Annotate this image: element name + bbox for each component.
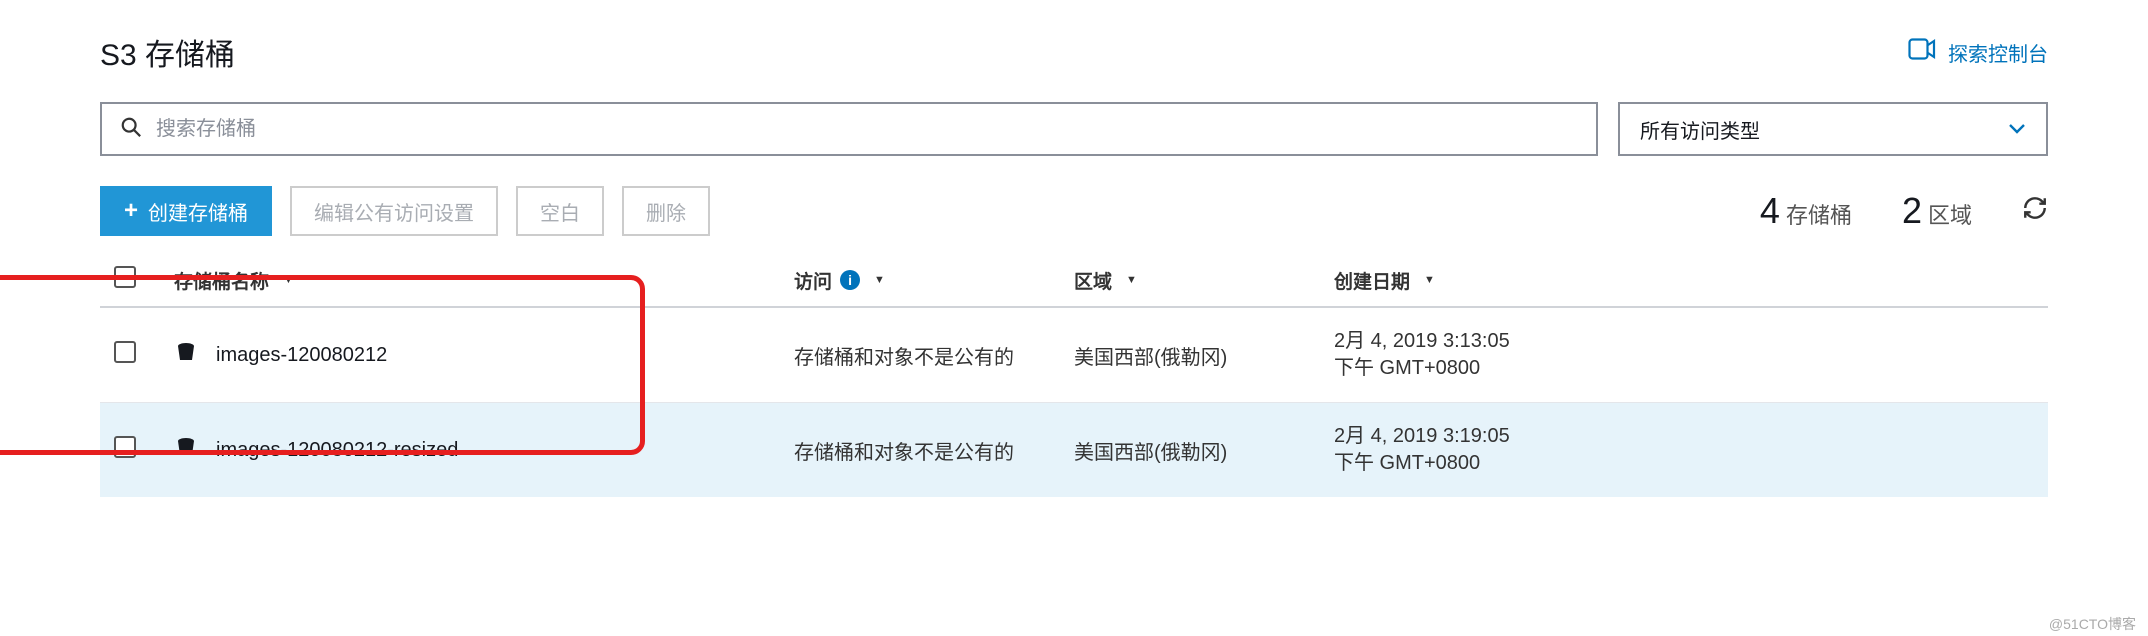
- region-cell: 美国西部(俄勒冈): [1060, 307, 1320, 403]
- search-icon: [120, 116, 142, 143]
- column-header-region[interactable]: 区域: [1060, 254, 1320, 307]
- watermark-text: @51CTO博客: [2049, 614, 2136, 634]
- create-bucket-button[interactable]: + 创建存储桶: [100, 186, 272, 236]
- bucket-name-link[interactable]: images-120080212: [216, 344, 387, 367]
- created-cell: 2月 4, 2019 3:13:05下午 GMT+0800: [1320, 307, 2048, 403]
- bucket-name-link[interactable]: images-120080212-resized: [216, 439, 458, 462]
- column-header-created[interactable]: 创建日期: [1320, 254, 2048, 307]
- explore-console-label: 探索控制台: [1948, 38, 2048, 67]
- search-box[interactable]: [100, 102, 1598, 156]
- access-filter-label: 所有访问类型: [1640, 115, 1760, 144]
- access-type-filter[interactable]: 所有访问类型: [1618, 102, 2048, 156]
- plus-icon: +: [124, 197, 138, 225]
- info-icon[interactable]: i: [840, 270, 860, 290]
- column-header-access[interactable]: 访问 i: [780, 254, 1060, 307]
- bucket-icon: [174, 340, 198, 370]
- table-row[interactable]: images-120080212 存储桶和对象不是公有的 美国西部(俄勒冈) 2…: [100, 307, 2048, 403]
- page-title: S3 存储桶: [100, 30, 235, 74]
- bucket-icon: [174, 435, 198, 465]
- search-input[interactable]: [156, 118, 1578, 141]
- row-checkbox[interactable]: [114, 436, 136, 458]
- table-row[interactable]: images-120080212-resized 存储桶和对象不是公有的 美国西…: [100, 403, 2048, 498]
- region-count-stat: 2区域: [1902, 190, 1972, 232]
- delete-button[interactable]: 删除: [622, 186, 710, 236]
- access-cell: 存储桶和对象不是公有的: [780, 307, 1060, 403]
- created-cell: 2月 4, 2019 3:19:05下午 GMT+0800: [1320, 403, 2048, 498]
- select-all-checkbox[interactable]: [114, 266, 136, 288]
- create-bucket-label: 创建存储桶: [148, 197, 248, 226]
- explore-console-link[interactable]: 探索控制台: [1908, 38, 2048, 67]
- bucket-count-stat: 4存储桶: [1760, 190, 1852, 232]
- empty-button[interactable]: 空白: [516, 186, 604, 236]
- refresh-icon[interactable]: [2022, 195, 2048, 227]
- access-cell: 存储桶和对象不是公有的: [780, 403, 1060, 498]
- video-icon: [1908, 38, 1936, 66]
- region-cell: 美国西部(俄勒冈): [1060, 403, 1320, 498]
- buckets-table: 存储桶名称 访问 i 区域 创建日期 images-120080212 存储桶和…: [100, 254, 2048, 497]
- chevron-down-icon: [2008, 118, 2026, 141]
- row-checkbox[interactable]: [114, 341, 136, 363]
- column-header-name[interactable]: 存储桶名称: [160, 254, 780, 307]
- edit-public-access-button[interactable]: 编辑公有访问设置: [290, 186, 498, 236]
